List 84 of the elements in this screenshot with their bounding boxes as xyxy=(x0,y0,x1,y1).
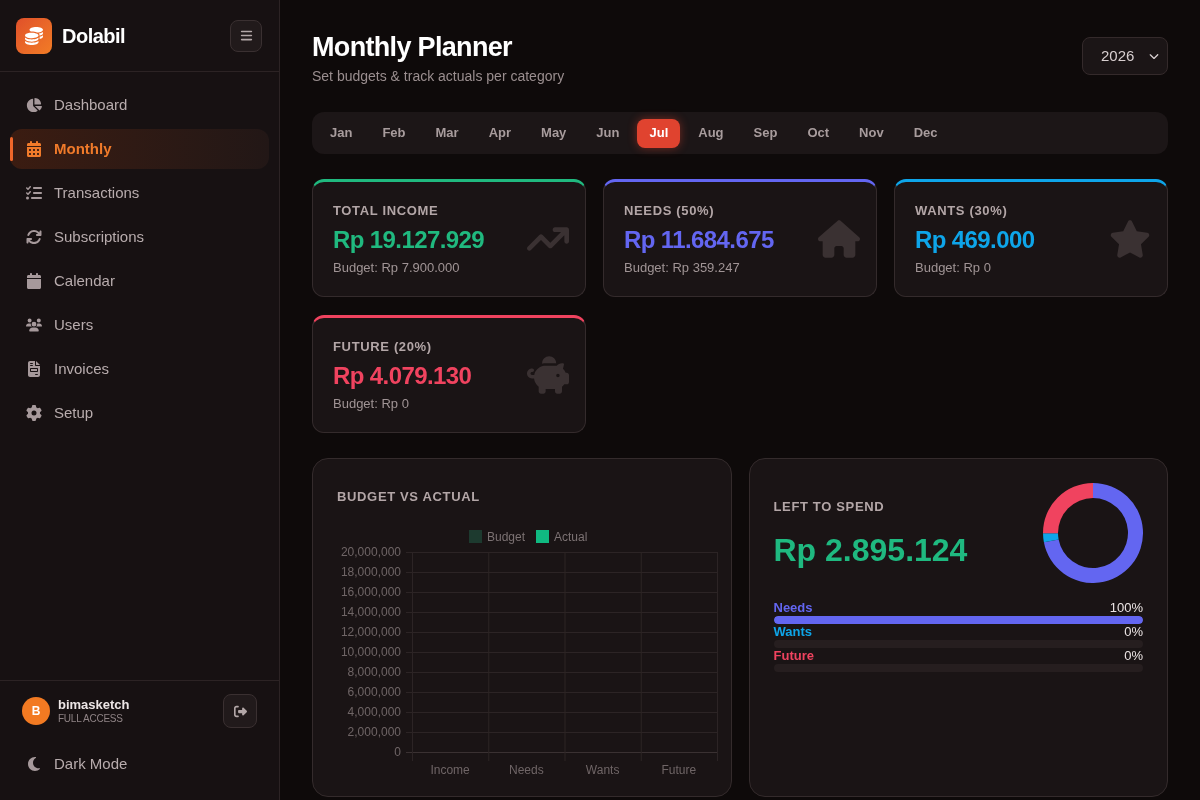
user-avatar: B xyxy=(22,697,50,725)
nav-item[interactable]: Setup xyxy=(10,393,269,433)
month-tab[interactable]: Mar xyxy=(423,118,471,148)
y-axis-label: 20,000,000 xyxy=(340,545,401,559)
month-tab[interactable]: May xyxy=(529,118,579,148)
card-value: Rp 469.000 xyxy=(915,224,1035,255)
logout-button[interactable] xyxy=(223,694,257,728)
y-axis-label: 6,000,000 xyxy=(347,685,401,699)
x-axis-label: Wants xyxy=(585,763,620,777)
month-tab[interactable]: Aug xyxy=(686,118,736,148)
card-budget: Budget: Rp 359.247 xyxy=(624,259,741,276)
y-axis-label: 18,000,000 xyxy=(340,565,401,579)
category-label: Needs xyxy=(773,600,813,616)
card-budget: Budget: Rp 0 xyxy=(333,395,410,412)
y-axis-label: 0 xyxy=(394,745,401,759)
dark-mode-toggle[interactable]: Dark Mode xyxy=(22,744,128,784)
card-label: WANTS (30%) xyxy=(915,202,1009,219)
month-tab[interactable]: Nov xyxy=(847,118,896,148)
house-icon xyxy=(818,218,860,260)
month-tab[interactable]: Sep xyxy=(741,118,790,148)
user-role: FULL ACCESS xyxy=(58,713,124,725)
y-axis-label: 4,000,000 xyxy=(347,705,401,719)
month-tab[interactable]: Jan xyxy=(318,118,365,148)
piggy-bank-icon xyxy=(527,354,569,396)
category-percent: 0% xyxy=(1124,648,1143,664)
x-axis-label: Income xyxy=(430,763,470,777)
moon-icon xyxy=(26,756,42,772)
card-budget: Budget: Rp 0 xyxy=(915,259,992,276)
calendar-icon xyxy=(26,273,42,289)
chevron-down-icon xyxy=(1149,51,1159,61)
month-tab[interactable]: Dec xyxy=(901,118,950,148)
card-label: TOTAL INCOME xyxy=(333,202,440,219)
card-value: Rp 4.079.130 xyxy=(333,360,472,391)
coins-logo-icon xyxy=(16,17,52,54)
legend-label: Budget xyxy=(487,530,526,544)
menu-button[interactable] xyxy=(230,19,262,52)
y-axis-label: 10,000,000 xyxy=(340,645,401,659)
category-label: Future xyxy=(773,648,814,664)
month-tab[interactable]: Oct xyxy=(795,118,842,148)
category-percent: 0% xyxy=(1124,624,1143,640)
nav-item[interactable]: Dashboard xyxy=(10,85,269,125)
rotate-arrows-icon xyxy=(26,229,42,245)
nav-item[interactable]: Monthly xyxy=(10,129,269,169)
y-axis-label: 14,000,000 xyxy=(340,605,401,619)
logout-icon xyxy=(233,704,247,718)
user-name: bimasketch xyxy=(58,697,130,713)
card-value: Rp 11.684.675 xyxy=(624,224,774,255)
star-icon xyxy=(1109,218,1151,260)
pie-chart-icon xyxy=(26,97,42,113)
nav-item[interactable]: Users xyxy=(10,305,269,345)
card-value: Rp 19.127.929 xyxy=(333,224,484,255)
left-to-spend-value: Rp 2.895.124 xyxy=(773,531,968,570)
y-axis-label: 12,000,000 xyxy=(340,625,401,639)
category-label: Wants xyxy=(773,624,813,640)
users-icon xyxy=(26,317,42,333)
month-tab[interactable]: Apr xyxy=(476,118,524,148)
category-percent: 100% xyxy=(1109,600,1143,616)
chart-title: BUDGET VS ACTUAL xyxy=(337,489,480,504)
card-label: LEFT TO SPEND xyxy=(773,499,886,515)
brand-name: Dolabil xyxy=(62,23,126,49)
nav-item[interactable]: Calendar xyxy=(10,261,269,301)
calendar-grid-icon xyxy=(26,141,42,157)
x-axis-label: Future xyxy=(661,763,697,777)
document-icon xyxy=(26,361,42,377)
menu-icon xyxy=(239,29,253,42)
card-label: FUTURE (20%) xyxy=(333,338,433,355)
settings-icon xyxy=(26,405,42,421)
month-tab[interactable]: Jul xyxy=(637,118,681,148)
page-title: Monthly Planner xyxy=(312,31,513,64)
year-select[interactable]: 2026 xyxy=(1082,37,1168,75)
month-tab[interactable]: Jun xyxy=(584,118,632,148)
month-tab[interactable]: Feb xyxy=(370,118,418,148)
y-axis-label: 8,000,000 xyxy=(347,665,401,679)
x-axis-label: Needs xyxy=(509,763,544,777)
nav-item[interactable]: Invoices xyxy=(10,349,269,389)
y-axis-label: 2,000,000 xyxy=(347,725,401,739)
y-axis-label: 16,000,000 xyxy=(340,585,401,599)
nav-item[interactable]: Subscriptions xyxy=(10,217,269,257)
nav-item[interactable]: Transactions xyxy=(10,173,269,213)
checklist-icon xyxy=(26,185,42,201)
card-budget: Budget: Rp 7.900.000 xyxy=(333,259,461,276)
page-subtitle: Set budgets & track actuals per category xyxy=(312,67,565,86)
card-label: NEEDS (50%) xyxy=(624,202,716,219)
legend-label: Actual xyxy=(554,530,588,544)
